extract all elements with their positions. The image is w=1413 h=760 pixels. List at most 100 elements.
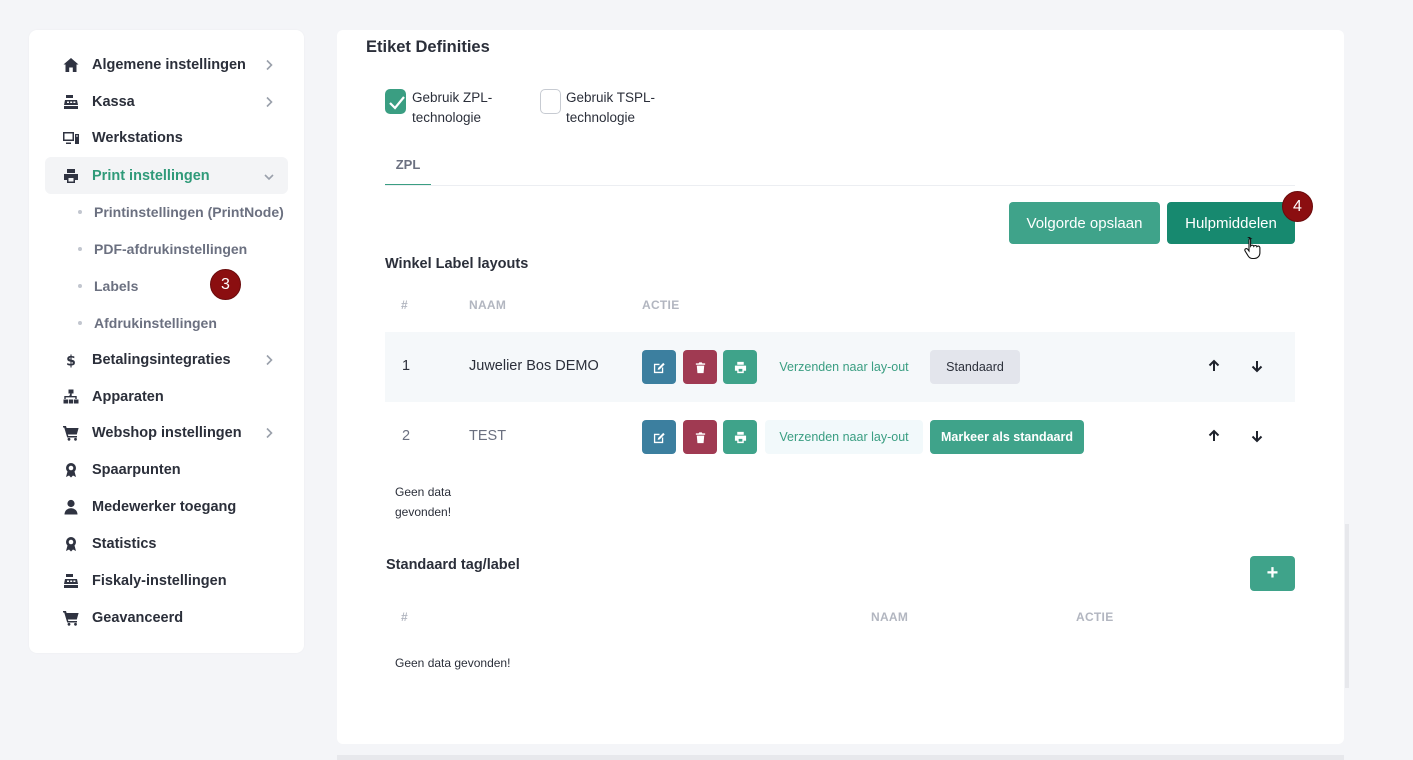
print-button[interactable]	[723, 350, 757, 384]
sidebar-item-apparaten[interactable]: Apparaten	[45, 378, 288, 415]
send-to-layout-button[interactable]: Verzenden naar lay-out	[765, 350, 923, 384]
sidebar-item-label: Geavanceerd	[92, 609, 184, 626]
sidebar-subitem-label: Afdrukinstellingen	[94, 315, 217, 331]
sidebar-item-geavanceerd[interactable]: Geavanceerd	[45, 599, 288, 636]
tab-divider	[385, 185, 1295, 186]
column-header-name: NAAM	[871, 610, 909, 624]
step-marker-3: 3	[210, 269, 241, 300]
sidebar-item-label: Kassa	[92, 93, 135, 110]
sidebar-subitem-label: Printinstellingen (PrintNode)	[94, 204, 284, 220]
sidebar-item-webshop-instellingen[interactable]: Webshop instellingen	[45, 414, 288, 451]
cash-register-icon	[62, 572, 80, 590]
arrow-down-icon[interactable]	[1250, 429, 1264, 443]
settings-sidebar: Algemene instellingen Kassa Werkstations…	[29, 30, 304, 653]
workstation-icon	[62, 129, 80, 147]
column-header-action: ACTIE	[1076, 610, 1114, 624]
trash-icon	[695, 431, 705, 443]
scrollbar[interactable]	[1345, 524, 1349, 688]
no-data-message: Geen data gevonden!	[395, 656, 511, 670]
no-data-message: Geen data gevonden!	[395, 485, 452, 519]
default-tag-title: Standaard tag/label	[386, 557, 520, 573]
label-definitions-card: Etiket Definities Gebruik ZPL-technologi…	[337, 30, 1344, 744]
sidebar-item-algemene-instellingen[interactable]: Algemene instellingen	[45, 46, 288, 83]
sidebar-item-fiskaly-instellingen[interactable]: Fiskaly-instellingen	[45, 562, 288, 599]
dollar-icon: $	[62, 351, 80, 369]
sidebar-subitem-pdf[interactable]: PDF-afdrukinstellingen	[78, 239, 247, 259]
bottom-panel-edge	[337, 755, 1344, 760]
sidebar-item-kassa[interactable]: Kassa	[45, 83, 288, 120]
arrow-up-icon[interactable]	[1207, 359, 1221, 373]
bullet-dot	[78, 284, 82, 288]
mark-as-default-button[interactable]: Markeer als standaard	[930, 420, 1084, 454]
printer-icon	[734, 431, 746, 443]
sidebar-item-medewerker-toegang[interactable]: Medewerker toegang	[45, 488, 288, 525]
sidebar-item-label: Apparaten	[92, 388, 164, 405]
chevron-right-icon	[264, 58, 274, 71]
delete-button[interactable]	[683, 420, 717, 454]
sidebar-subitem-printnode[interactable]: Printinstellingen (PrintNode)	[78, 202, 284, 222]
edit-button[interactable]	[642, 350, 676, 384]
sidebar-item-label: Betalingsintegraties	[92, 351, 231, 368]
cart-icon	[62, 424, 80, 442]
arrow-down-icon[interactable]	[1250, 359, 1264, 373]
sidebar-item-statistics[interactable]: Statistics	[45, 525, 288, 562]
sidebar-item-label: Webshop instellingen	[92, 424, 242, 441]
sidebar-item-label: Algemene instellingen	[92, 56, 246, 73]
svg-text:$: $	[66, 353, 76, 368]
save-order-button[interactable]: Volgorde opslaan	[1009, 202, 1160, 244]
sidebar-item-spaarpunten[interactable]: Spaarpunten	[45, 451, 288, 488]
sidebar-subitem-label: PDF-afdrukinstellingen	[94, 241, 248, 257]
award-icon	[62, 535, 80, 553]
bullet-dot	[78, 210, 82, 214]
network-icon	[62, 388, 80, 406]
add-button[interactable]: +	[1250, 556, 1295, 591]
chevron-down-icon	[264, 170, 274, 182]
print-button[interactable]	[723, 420, 757, 454]
zpl-checkbox-label: Gebruik ZPL-technologie	[412, 90, 493, 125]
column-header-number: #	[401, 610, 408, 624]
bullet-dot	[78, 321, 82, 325]
sidebar-item-label: Spaarpunten	[92, 461, 181, 478]
cart-icon	[62, 609, 80, 627]
row-number: 2	[402, 428, 411, 444]
column-header-number: #	[401, 298, 408, 312]
sidebar-item-werkstations[interactable]: Werkstations	[45, 119, 288, 156]
edit-icon	[653, 432, 665, 443]
column-header-action: ACTIE	[642, 298, 680, 312]
row-name: TEST	[469, 428, 507, 444]
sidebar-subitem-labels[interactable]: Labels	[78, 276, 138, 296]
tools-button[interactable]: Hulpmiddelen	[1167, 202, 1295, 244]
hand-cursor-icon	[1244, 236, 1261, 260]
checkmark-icon	[389, 96, 405, 110]
edit-icon	[653, 362, 665, 373]
tspl-checkbox[interactable]	[540, 89, 561, 114]
edit-button[interactable]	[642, 420, 676, 454]
cash-register-icon	[62, 93, 80, 111]
sidebar-item-label: Werkstations	[92, 129, 183, 146]
tspl-checkbox-label: Gebruik TSPL-technologie	[566, 90, 656, 125]
sidebar-item-print-instellingen[interactable]: Print instellingen	[45, 157, 288, 194]
sidebar-item-label: Medewerker toegang	[92, 498, 237, 515]
chevron-right-icon	[264, 426, 274, 439]
sidebar-item-betalingsintegraties[interactable]: $ Betalingsintegraties	[45, 341, 288, 378]
sidebar-item-label: Fiskaly-instellingen	[92, 572, 227, 589]
sidebar-item-label: Statistics	[92, 535, 157, 552]
sidebar-subitem-afdrukinstellingen[interactable]: Afdrukinstellingen	[78, 313, 217, 333]
sidebar-subitem-label: Labels	[94, 278, 139, 294]
home-icon	[62, 56, 80, 74]
printer-icon	[734, 361, 746, 373]
award-icon	[62, 461, 80, 479]
chevron-right-icon	[264, 353, 274, 366]
delete-button[interactable]	[683, 350, 717, 384]
step-marker-4: 4	[1282, 191, 1313, 222]
user-icon	[62, 498, 80, 516]
sidebar-item-label: Print instellingen	[92, 167, 210, 184]
zpl-checkbox[interactable]	[385, 89, 406, 114]
printer-icon	[62, 167, 80, 185]
column-header-name: NAAM	[469, 298, 507, 312]
tab-zpl[interactable]: ZPL	[385, 156, 431, 186]
default-badge[interactable]: Standaard	[930, 350, 1020, 384]
arrow-up-icon[interactable]	[1207, 429, 1221, 443]
send-to-layout-button[interactable]: Verzenden naar lay-out	[765, 420, 923, 454]
store-label-layouts-title: Winkel Label layouts	[385, 256, 529, 272]
